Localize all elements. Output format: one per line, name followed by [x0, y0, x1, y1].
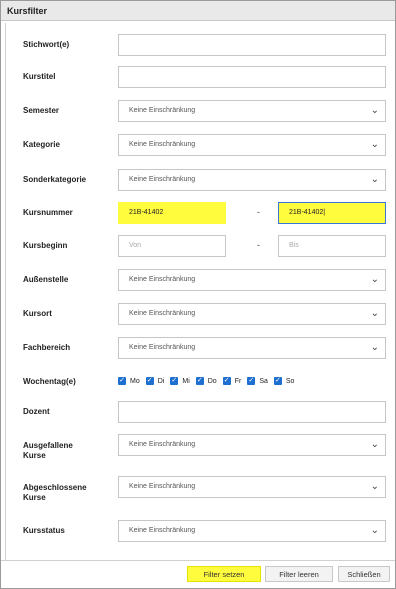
checkmark-icon[interactable]: ✓ [273, 377, 282, 385]
abgeschlossene-label: Abgeschlossene Kurse [23, 483, 87, 502]
kursbeginn-label: Kursbeginn [23, 241, 68, 250]
weekday-checkboxes: ✓ Mo ✓ Di ✓ Mi ✓ Do ✓ Fr ✓ Sa ✓ So [118, 377, 300, 385]
semester-select[interactable]: Keine Einschränkung ⌄ [118, 100, 386, 122]
filter-leeren-button[interactable]: Filter leeren [265, 566, 333, 582]
chevron-down-icon: ⌄ [370, 105, 379, 116]
text-cursor: | [323, 209, 326, 216]
stichwort-label: Stichwort(e) [23, 40, 70, 49]
semester-value: Keine Einschränkung [129, 107, 196, 114]
checkmark-icon[interactable]: ✓ [195, 377, 204, 385]
kursnummer-to-input[interactable]: 21B-41402| [278, 202, 386, 224]
weekday-sa[interactable]: ✓ Sa [247, 377, 268, 385]
weekday-label: Do [207, 377, 217, 385]
weekday-fr[interactable]: ✓ Fr [222, 377, 242, 385]
chevron-down-icon: ⌄ [370, 308, 379, 319]
checkmark-icon[interactable]: ✓ [247, 377, 256, 385]
kursnummer-to-value: 21B-41402 [289, 209, 324, 216]
kursnummer-separator: - [257, 207, 260, 217]
semester-label: Semester [23, 106, 60, 115]
checkmark-icon[interactable]: ✓ [170, 377, 179, 385]
kursfilter-dialog: Kursfilter Stichwort(e) Kurstitel Semest… [0, 0, 396, 589]
checkmark-icon[interactable]: ✓ [222, 377, 231, 385]
kursbeginn-to-input[interactable]: Bis [278, 235, 386, 257]
kursort-select[interactable]: Keine Einschränkung ⌄ [118, 303, 386, 325]
stichwort-input[interactable] [118, 34, 386, 56]
kategorie-select[interactable]: Keine Einschränkung ⌄ [118, 134, 386, 156]
ausgefallene-value: Keine Einschränkung [129, 441, 196, 448]
weekday-mi[interactable]: ✓ Mi [170, 377, 190, 385]
chevron-down-icon: ⌄ [370, 439, 379, 450]
sonderkategorie-select[interactable]: Keine Einschränkung ⌄ [118, 169, 386, 191]
chevron-down-icon: ⌄ [370, 274, 379, 285]
weekday-label: So [285, 377, 295, 385]
kursbeginn-separator: - [257, 240, 260, 250]
filter-setzen-button[interactable]: Filter setzen [187, 566, 261, 582]
weekday-label: Di [157, 377, 165, 385]
chevron-down-icon: ⌄ [370, 174, 379, 185]
kurstitel-label: Kurstitel [23, 72, 56, 81]
schliessen-button[interactable]: Schließen [338, 566, 390, 582]
abgeschlossene-select[interactable]: Keine Einschränkung ⌄ [118, 476, 386, 498]
dozent-label: Dozent [23, 407, 50, 416]
wochentag-label: Wochentag(e) [23, 377, 76, 386]
weekday-mo[interactable]: ✓ Mo [118, 377, 140, 385]
kursstatus-value: Keine Einschränkung [129, 527, 196, 534]
divider [5, 23, 6, 566]
weekday-di[interactable]: ✓ Di [145, 377, 165, 385]
weekday-label: Mi [182, 377, 190, 385]
weekday-label: Mo [130, 377, 140, 385]
dozent-input[interactable] [118, 401, 386, 423]
aussenstelle-select[interactable]: Keine Einschränkung ⌄ [118, 269, 386, 291]
weekday-label: Fr [234, 377, 242, 385]
kursort-value: Keine Einschränkung [129, 310, 196, 317]
chevron-down-icon: ⌄ [370, 481, 379, 492]
kursort-label: Kursort [23, 309, 52, 318]
kursstatus-label: Kursstatus [23, 526, 65, 535]
kursstatus-select[interactable]: Keine Einschränkung ⌄ [118, 520, 386, 542]
chevron-down-icon: ⌄ [370, 342, 379, 353]
dialog-title: Kursfilter [1, 1, 395, 21]
fachbereich-value: Keine Einschränkung [129, 344, 196, 351]
kategorie-label: Kategorie [23, 140, 60, 149]
checkmark-icon[interactable]: ✓ [145, 377, 154, 385]
fachbereich-select[interactable]: Keine Einschränkung ⌄ [118, 337, 386, 359]
kursnummer-from-input[interactable]: 21B-41402 [118, 202, 226, 224]
chevron-down-icon: ⌄ [370, 525, 379, 536]
dialog-footer: Filter setzen Filter leeren Schließen [1, 560, 395, 588]
sonderkategorie-value: Keine Einschränkung [129, 176, 196, 183]
kursbeginn-from-input[interactable]: Von [118, 235, 226, 257]
abgeschlossene-value: Keine Einschränkung [129, 483, 196, 490]
sonderkategorie-label: Sonderkategorie [23, 175, 87, 184]
ausgefallene-label: Ausgefallene Kurse [23, 441, 73, 460]
aussenstelle-value: Keine Einschränkung [129, 276, 196, 283]
chevron-down-icon: ⌄ [370, 139, 379, 150]
kurstitel-input[interactable] [118, 66, 386, 88]
weekday-label: Sa [259, 377, 268, 385]
kategorie-value: Keine Einschränkung [129, 141, 196, 148]
weekday-so[interactable]: ✓ So [273, 377, 295, 385]
ausgefallene-select[interactable]: Keine Einschränkung ⌄ [118, 434, 386, 456]
kursnummer-label: Kursnummer [23, 208, 73, 217]
fachbereich-label: Fachbereich [23, 343, 71, 352]
weekday-do[interactable]: ✓ Do [195, 377, 217, 385]
aussenstelle-label: Außenstelle [23, 275, 69, 284]
checkmark-icon[interactable]: ✓ [118, 377, 126, 385]
